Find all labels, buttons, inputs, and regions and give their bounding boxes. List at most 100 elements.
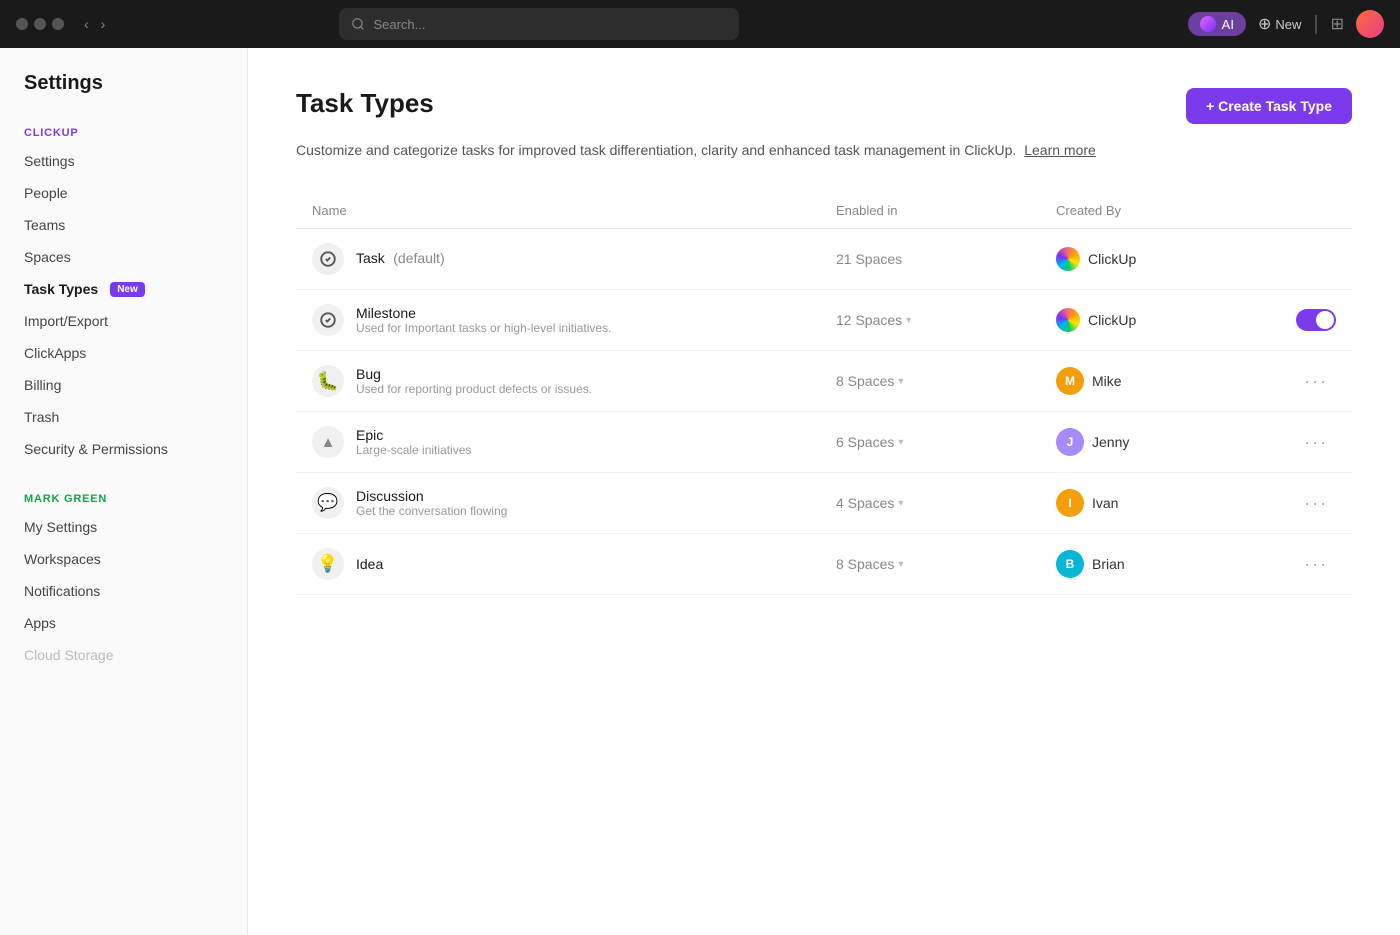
chevron-down-icon: ▾: [898, 376, 903, 387]
more-options-discussion[interactable]: ···: [1296, 489, 1336, 518]
window-controls: [16, 18, 64, 30]
task-desc-epic: Large-scale initiatives: [356, 443, 471, 457]
task-icon-epic: ▲: [312, 426, 344, 458]
sidebar-item-import-export[interactable]: Import/Export: [0, 305, 247, 337]
col-name: Name: [312, 203, 836, 218]
actions-cell-epic: ···: [1276, 428, 1336, 457]
task-info-task: Task (default): [356, 250, 445, 268]
topbar: ‹ › AI ⊕ New | ⊞: [0, 0, 1400, 48]
new-plus-icon: ⊕: [1258, 14, 1271, 34]
task-desc-bug: Used for reporting product defects or is…: [356, 382, 592, 396]
task-info-idea: Idea: [356, 556, 383, 572]
task-icon-discussion: 💬: [312, 487, 344, 519]
task-desc-milestone: Used for Important tasks or high-level i…: [356, 321, 611, 335]
task-icon-bug: 🐛: [312, 365, 344, 397]
more-options-epic[interactable]: ···: [1296, 428, 1336, 457]
table-row: Task (default) 21 Spaces ClickUp: [296, 229, 1352, 290]
table-row: 🐛 Bug Used for reporting product defects…: [296, 351, 1352, 412]
actions-cell-idea: ···: [1276, 550, 1336, 579]
sidebar-item-apps[interactable]: Apps: [0, 607, 247, 639]
task-icon-task: [312, 243, 344, 275]
grid-icon[interactable]: ⊞: [1331, 14, 1344, 34]
nav-forward[interactable]: ›: [97, 14, 110, 34]
task-name-cell-idea: 💡 Idea: [312, 548, 836, 580]
topbar-right: AI ⊕ New | ⊞: [1188, 10, 1384, 38]
sidebar-item-teams[interactable]: Teams: [0, 209, 247, 241]
chevron-down-icon: ▾: [906, 315, 911, 326]
sidebar-item-people[interactable]: People: [0, 177, 247, 209]
sidebar-item-settings[interactable]: Settings: [0, 145, 247, 177]
actions-cell-milestone: [1276, 309, 1336, 331]
ai-button[interactable]: AI: [1188, 12, 1246, 36]
actions-cell-discussion: ···: [1276, 489, 1336, 518]
sidebar-item-notifications[interactable]: Notifications: [0, 575, 247, 607]
clickup-logo-icon: [1056, 308, 1080, 332]
table-header: Name Enabled in Created By: [296, 193, 1352, 229]
user-avatar[interactable]: [1356, 10, 1384, 38]
sidebar-item-security[interactable]: Security & Permissions: [0, 433, 247, 465]
sidebar-item-billing[interactable]: Billing: [0, 369, 247, 401]
spaces-cell-epic[interactable]: 6 Spaces ▾: [836, 434, 1056, 450]
search-bar: [339, 8, 739, 40]
task-name-cell-task: Task (default): [312, 243, 836, 275]
task-info-milestone: Milestone Used for Important tasks or hi…: [356, 305, 611, 335]
clickup-logo-icon: [1056, 247, 1080, 271]
task-icon-idea: 💡: [312, 548, 344, 580]
spaces-cell-milestone[interactable]: 12 Spaces ▾: [836, 312, 1056, 328]
sidebar-item-cloud-storage: Cloud Storage: [0, 639, 247, 671]
toggle-milestone[interactable]: [1296, 309, 1336, 331]
content-area: Task Types + Create Task Type Customize …: [248, 48, 1400, 935]
sidebar-title: Settings: [0, 72, 247, 115]
nav-buttons: ‹ ›: [80, 14, 109, 34]
sidebar-item-trash[interactable]: Trash: [0, 401, 247, 433]
actions-cell-bug: ···: [1276, 367, 1336, 396]
task-desc-discussion: Get the conversation flowing: [356, 504, 507, 518]
created-by-cell-epic: J Jenny: [1056, 428, 1276, 456]
col-enabled: Enabled in: [836, 203, 1056, 218]
sidebar-item-spaces[interactable]: Spaces: [0, 241, 247, 273]
task-name-epic: Epic: [356, 427, 471, 443]
search-icon: [351, 17, 365, 31]
sidebar-item-clickapps[interactable]: ClickApps: [0, 337, 247, 369]
table-row: 💡 Idea 8 Spaces ▾ B Brian ···: [296, 534, 1352, 595]
created-by-cell-task: ClickUp: [1056, 247, 1276, 271]
dot-min: [34, 18, 46, 30]
dot-close: [16, 18, 28, 30]
create-task-type-button[interactable]: + Create Task Type: [1186, 88, 1352, 124]
spaces-cell-bug[interactable]: 8 Spaces ▾: [836, 373, 1056, 389]
chevron-down-icon: ▾: [898, 559, 903, 570]
task-name-cell-bug: 🐛 Bug Used for reporting product defects…: [312, 365, 836, 397]
col-actions: [1276, 203, 1336, 218]
spaces-cell-task: 21 Spaces: [836, 251, 1056, 267]
nav-back[interactable]: ‹: [80, 14, 93, 34]
task-name-cell-milestone: Milestone Used for Important tasks or hi…: [312, 304, 836, 336]
main-layout: Settings CLICKUP Settings People Teams S…: [0, 48, 1400, 935]
table-row: ▲ Epic Large-scale initiatives 6 Spaces …: [296, 412, 1352, 473]
chevron-down-icon: ▾: [898, 437, 903, 448]
new-label: New: [1275, 17, 1301, 32]
more-options-idea[interactable]: ···: [1296, 550, 1336, 579]
new-badge: New: [110, 282, 145, 297]
more-options-bug[interactable]: ···: [1296, 367, 1336, 396]
sidebar-section-markgreen: MARK GREEN: [0, 481, 247, 511]
search-input[interactable]: [373, 17, 727, 32]
task-name-cell-epic: ▲ Epic Large-scale initiatives: [312, 426, 836, 458]
sidebar-item-task-types[interactable]: Task Types New: [0, 273, 247, 305]
spaces-cell-idea[interactable]: 8 Spaces ▾: [836, 556, 1056, 572]
task-name-discussion: Discussion: [356, 488, 507, 504]
page-description: Customize and categorize tasks for impro…: [296, 140, 1352, 161]
page-title: Task Types: [296, 88, 434, 119]
sidebar-item-my-settings[interactable]: My Settings: [0, 511, 247, 543]
task-name-cell-discussion: 💬 Discussion Get the conversation flowin…: [312, 487, 836, 519]
created-by-cell-discussion: I Ivan: [1056, 489, 1276, 517]
learn-more-link[interactable]: Learn more: [1024, 142, 1096, 158]
spaces-cell-discussion[interactable]: 4 Spaces ▾: [836, 495, 1056, 511]
new-button[interactable]: ⊕ New: [1258, 14, 1301, 34]
task-name-task: Task (default): [356, 250, 445, 268]
user-avatar-ivan: I: [1056, 489, 1084, 517]
task-name-bug: Bug: [356, 366, 592, 382]
divider: |: [1313, 13, 1318, 36]
sidebar-item-workspaces[interactable]: Workspaces: [0, 543, 247, 575]
table-row: 💬 Discussion Get the conversation flowin…: [296, 473, 1352, 534]
dot-max: [52, 18, 64, 30]
